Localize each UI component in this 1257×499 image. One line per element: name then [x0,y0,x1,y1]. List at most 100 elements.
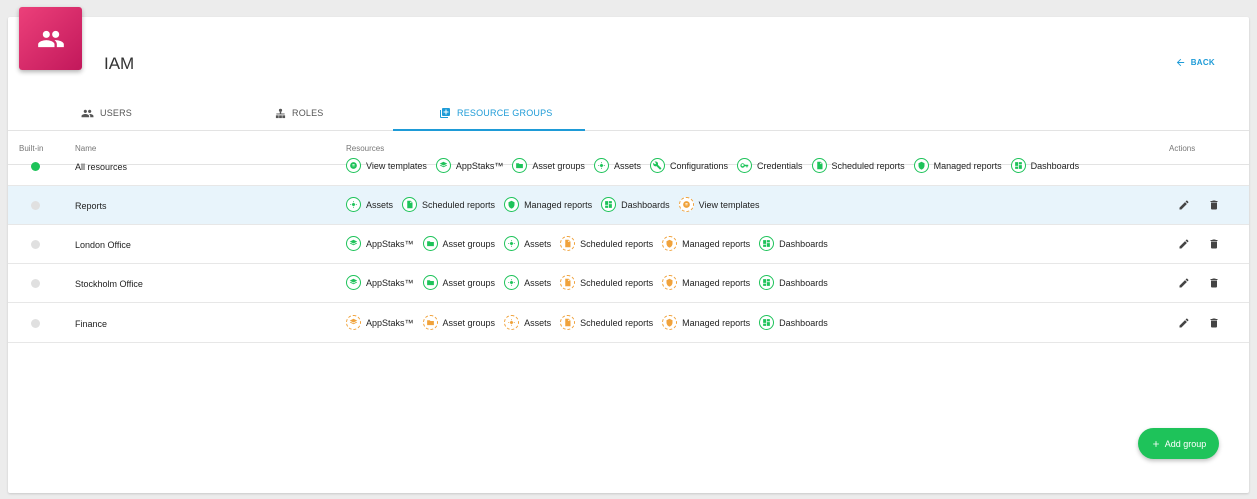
assets-icon [346,197,361,212]
tab-resource-groups[interactable]: RESOURCE GROUPS [439,95,553,131]
resource-label: Managed reports [682,238,751,249]
resource-chip: Dashboards [1010,158,1079,173]
app-logo [19,7,82,70]
resource-label: AppStaks™ [366,238,414,249]
configurations-icon [649,158,665,173]
row-name: London Office [75,240,131,250]
resource-list: AppStaks™ Asset groups Assets Scheduled rep… [346,315,828,330]
pencil-icon [1179,239,1189,249]
appstaks-icon [346,275,361,290]
resource-chip: Dashboards [759,275,828,290]
builtin-indicator [31,162,40,171]
asset-groups-icon [512,158,528,173]
resource-label: Scheduled reports [580,317,654,328]
resource-label: AppStaks™ [366,317,414,328]
managed-reports-icon [662,315,678,330]
delete-button[interactable] [1207,198,1221,212]
resource-chip: AppStaks™ [346,275,414,290]
row-actions [1177,198,1221,212]
add-group-label: Add group [1164,438,1207,449]
resource-chip: Asset groups [422,275,496,290]
resource-groups-icon [440,108,450,118]
resource-chip: Asset groups [422,315,496,330]
resource-label: Scheduled reports [422,199,496,210]
builtin-indicator [31,201,40,210]
scheduled-reports-icon [560,275,576,290]
resource-label: Asset groups [442,317,496,328]
row-actions [1177,276,1221,290]
table-row[interactable]: London Office AppStaks™ Asset groups Assets… [8,225,1249,264]
resource-label: Dashboards [779,317,828,328]
delete-button[interactable] [1207,276,1221,290]
resource-chip: AppStaks™ [435,158,503,173]
table-row[interactable]: Finance AppStaks™ Asset groups Assets Schedu… [8,304,1249,343]
table-row[interactable]: All resources View templates AppStaks™ Asse… [8,147,1249,186]
resource-label: Managed reports [524,199,593,210]
resource-label: View templates [366,160,427,171]
resource-label: Assets [366,199,394,210]
edit-button[interactable] [1177,237,1191,251]
resource-chip: Asset groups [422,236,495,251]
resource-label: Assets [524,317,552,328]
resource-chip: Dashboards [759,236,828,251]
row-name: Stockholm Office [75,279,143,289]
edit-button[interactable] [1177,276,1191,290]
view-templates-icon [678,197,694,212]
appstaks-icon [435,158,451,173]
back-button[interactable]: BACK [1175,57,1215,68]
resource-chip: Dashboards [759,315,828,330]
resource-chip: Scheduled reports [560,315,653,330]
resource-chip: Dashboards [601,197,670,212]
appstaks-icon [346,236,361,251]
users-icon [81,109,94,117]
resource-chip: Scheduled reports [811,158,905,173]
managed-reports-icon [662,236,678,251]
resource-label: Asset groups [442,277,496,288]
resource-chip: Scheduled reports [560,236,653,251]
resource-label: Dashboards [779,238,828,249]
builtin-indicator [31,240,40,249]
tab-users[interactable]: USERS [81,95,132,131]
resource-chip: View templates [346,158,427,173]
resource-chip: AppStaks™ [346,236,414,251]
asset-groups-icon [422,236,438,251]
appstaks-icon [346,315,361,330]
dashboards-icon [1010,158,1026,173]
dashboards-icon [759,236,775,251]
resource-label: Asset groups [532,160,585,171]
row-actions [1177,237,1221,251]
edit-button[interactable] [1177,198,1191,212]
resource-chip: Managed reports [504,197,592,212]
resource-label: Managed reports [682,277,751,288]
page-title: IAM [104,54,135,73]
resource-label: View templates [698,199,760,210]
resource-label: Dashboards [779,277,828,288]
resource-chip: Scheduled reports [402,197,495,212]
delete-button[interactable] [1207,316,1221,330]
assets-icon [504,275,520,290]
pencil-icon [1179,200,1189,210]
add-group-button[interactable]: Add group [1138,428,1219,459]
delete-button[interactable] [1207,237,1221,251]
resource-label: Managed reports [682,317,751,328]
resource-chip: AppStaks™ [346,315,414,330]
resource-chip: Assets [504,275,551,290]
resource-chip: Scheduled reports [560,275,653,290]
resource-list: Assets Scheduled reports Managed reports Da… [346,197,760,212]
table-row[interactable]: Reports Assets Scheduled reports Managed re… [8,186,1249,225]
iam-panel: IAM BACK USERS ROLES RESOURCE GROUPS Bui… [8,17,1249,493]
roles-icon [275,108,286,118]
users-icon [37,30,64,47]
managed-reports-icon [504,197,520,212]
tab-users-label: USERS [100,108,133,118]
tab-roles-label: ROLES [292,108,324,118]
arrow-left-icon [1176,58,1184,67]
view-templates-icon [346,158,361,173]
edit-button[interactable] [1177,316,1191,330]
assets-icon [504,315,520,330]
tab-roles[interactable]: ROLES [275,95,324,131]
credentials-icon [737,158,752,173]
table-row[interactable]: Stockholm Office AppStaks™ Asset groups Ass… [8,264,1249,303]
resource-chip: Assets [593,158,641,173]
resource-chip: Configurations [649,158,728,173]
